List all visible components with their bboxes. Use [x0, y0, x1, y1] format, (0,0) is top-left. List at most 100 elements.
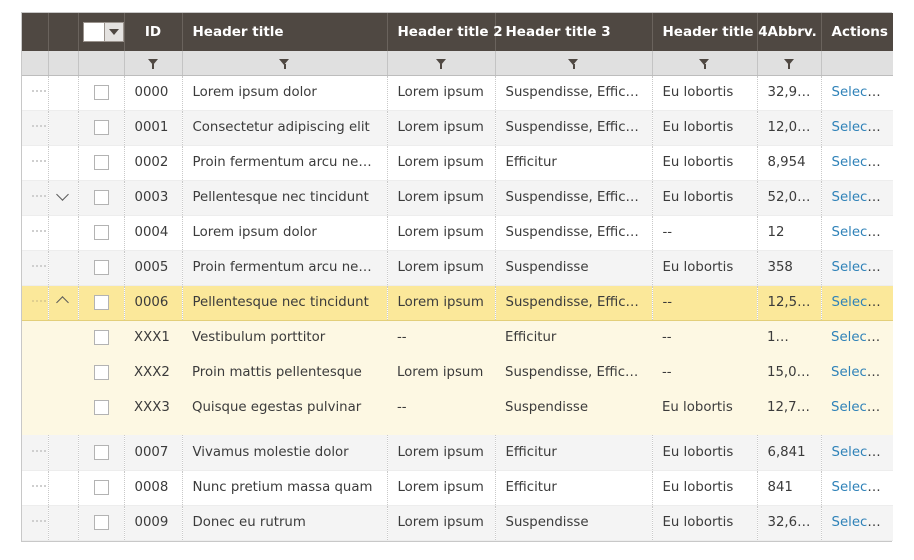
- select-action-link[interactable]: Select: [832, 190, 881, 205]
- row-drag-handle-cell[interactable]: [22, 435, 49, 471]
- row-select-cell[interactable]: [78, 390, 124, 435]
- select-all-checkbox[interactable]: [83, 23, 106, 41]
- row-checkbox[interactable]: [93, 479, 109, 495]
- drag-handle-icon[interactable]: [31, 264, 46, 278]
- row-expander-cell[interactable]: [48, 180, 79, 216]
- row-drag-handle-cell[interactable]: [22, 250, 49, 286]
- select-all-menu-button[interactable]: [105, 23, 123, 41]
- table-row-child[interactable]: XXX1 Vestibulum porttitor -- Efficitur -- 13,…: [22, 320, 893, 355]
- filter-cell-h3[interactable]: [495, 51, 653, 76]
- funnel-filter-icon[interactable]: [783, 58, 795, 69]
- table-row[interactable]: 0008 Nunc pretium massa quam Lorem ipsum Ef…: [22, 470, 893, 506]
- row-checkbox[interactable]: [93, 399, 109, 415]
- drag-handle-icon[interactable]: [31, 194, 46, 208]
- header-cell-id[interactable]: ID: [124, 13, 183, 51]
- row-checkbox[interactable]: [93, 119, 109, 135]
- row-expander-cell[interactable]: [48, 284, 79, 321]
- row-checkbox[interactable]: [93, 294, 109, 310]
- chevron-down-icon[interactable]: [884, 334, 893, 341]
- chevron-down-icon[interactable]: [884, 124, 893, 130]
- select-action-link[interactable]: Select: [832, 225, 881, 240]
- table-row[interactable]: 0007 Vivamus molestie dolor Lorem ipsum Eff…: [22, 435, 893, 471]
- table-row[interactable]: 0005 Proin fermentum arcu neque Lorem ipsu…: [22, 250, 893, 286]
- filter-cell-h2[interactable]: [387, 51, 496, 76]
- row-select-cell[interactable]: [78, 284, 125, 321]
- table-row[interactable]: 0000 Lorem ipsum dolor Lorem ipsum Suspendi…: [22, 75, 893, 111]
- filter-cell-h4[interactable]: [652, 51, 758, 76]
- row-select-cell[interactable]: [78, 320, 124, 355]
- chevron-down-icon[interactable]: [884, 159, 893, 165]
- table-row[interactable]: 0006 Pellentesque nec tincidunt Lorem ipsu…: [22, 284, 893, 321]
- header-cell-h2[interactable]: Header title 2: [387, 13, 503, 51]
- row-drag-handle-cell[interactable]: [22, 505, 49, 541]
- row-drag-handle-cell[interactable]: [22, 470, 49, 506]
- drag-handle-icon[interactable]: [31, 159, 46, 173]
- table-row[interactable]: 0009 Donec eu rutrum Lorem ipsum Suspendiss…: [22, 505, 893, 541]
- row-drag-handle-cell[interactable]: [22, 110, 49, 146]
- header-cell-h1[interactable]: Header title: [182, 13, 388, 51]
- chevron-down-icon[interactable]: [884, 299, 893, 305]
- drag-handle-icon[interactable]: [31, 484, 46, 498]
- select-action-link[interactable]: Select: [832, 85, 881, 100]
- funnel-filter-icon[interactable]: [699, 58, 710, 69]
- row-select-cell[interactable]: [78, 75, 125, 111]
- chevron-down-icon[interactable]: [884, 194, 893, 200]
- table-row-child[interactable]: XXX2 Proin mattis pellentesque Lorem ipsum…: [22, 355, 893, 390]
- chevron-down-icon[interactable]: [884, 229, 893, 235]
- chevron-down-icon[interactable]: [884, 519, 893, 525]
- drag-handle-icon[interactable]: [31, 89, 46, 103]
- table-row[interactable]: 0003 Pellentesque nec tincidunt Lorem ipsu…: [22, 180, 893, 216]
- header-cell-h4[interactable]: Header title 4: [652, 13, 768, 51]
- row-checkbox[interactable]: [93, 154, 109, 170]
- row-drag-handle-cell[interactable]: [22, 145, 49, 181]
- row-select-cell[interactable]: [78, 435, 125, 471]
- chevron-down-icon[interactable]: [57, 189, 70, 202]
- row-select-cell[interactable]: [78, 110, 125, 146]
- row-checkbox[interactable]: [93, 189, 109, 205]
- row-checkbox[interactable]: [93, 364, 109, 380]
- chevron-up-icon[interactable]: [57, 294, 70, 307]
- chevron-down-icon[interactable]: [884, 404, 893, 410]
- filter-cell-abbrv[interactable]: [757, 51, 822, 76]
- select-action-link[interactable]: Select: [832, 120, 881, 135]
- drag-handle-icon[interactable]: [31, 229, 46, 243]
- filter-cell-h1[interactable]: [182, 51, 388, 76]
- drag-handle-icon[interactable]: [31, 299, 46, 313]
- select-action-link[interactable]: Select: [832, 260, 881, 275]
- row-select-cell[interactable]: [78, 355, 124, 390]
- chevron-down-icon[interactable]: [884, 484, 893, 490]
- chevron-down-icon[interactable]: [884, 264, 893, 270]
- row-checkbox[interactable]: [93, 84, 109, 100]
- header-cell-h3[interactable]: Header title 3: [495, 13, 653, 51]
- funnel-filter-icon[interactable]: [147, 58, 159, 69]
- row-select-cell[interactable]: [78, 145, 125, 181]
- funnel-filter-icon[interactable]: [435, 58, 447, 69]
- chevron-down-icon[interactable]: [884, 448, 893, 455]
- row-select-cell[interactable]: [78, 470, 125, 506]
- table-row-child[interactable]: XXX3 Quisque egestas pulvinar -- Suspendiss…: [22, 390, 893, 435]
- drag-handle-icon[interactable]: [31, 124, 46, 138]
- select-all-control[interactable]: [82, 22, 124, 42]
- drag-handle-icon[interactable]: [31, 519, 46, 533]
- filter-cell-id[interactable]: [124, 51, 183, 76]
- row-drag-handle-cell[interactable]: [22, 215, 49, 251]
- table-row[interactable]: 0001 Consectetur adipiscing elit Lorem ips…: [22, 110, 893, 146]
- row-drag-handle-cell[interactable]: [22, 75, 49, 111]
- row-select-cell[interactable]: [78, 505, 125, 541]
- row-checkbox[interactable]: [93, 224, 109, 240]
- row-select-cell[interactable]: [78, 250, 125, 286]
- row-checkbox[interactable]: [93, 444, 109, 460]
- select-action-link[interactable]: Select: [831, 330, 880, 345]
- select-action-link[interactable]: Select: [832, 515, 881, 530]
- row-select-cell[interactable]: [78, 180, 125, 216]
- select-action-link[interactable]: Select: [831, 365, 880, 380]
- select-action-link[interactable]: Select: [832, 480, 881, 495]
- row-checkbox[interactable]: [93, 259, 109, 275]
- drag-handle-icon[interactable]: [31, 449, 46, 463]
- select-action-link[interactable]: Select: [832, 295, 881, 310]
- select-action-link[interactable]: Select: [832, 155, 881, 170]
- chevron-down-icon[interactable]: [884, 369, 893, 375]
- row-select-cell[interactable]: [78, 215, 125, 251]
- funnel-filter-icon[interactable]: [568, 58, 579, 69]
- row-drag-handle-cell[interactable]: [22, 180, 49, 216]
